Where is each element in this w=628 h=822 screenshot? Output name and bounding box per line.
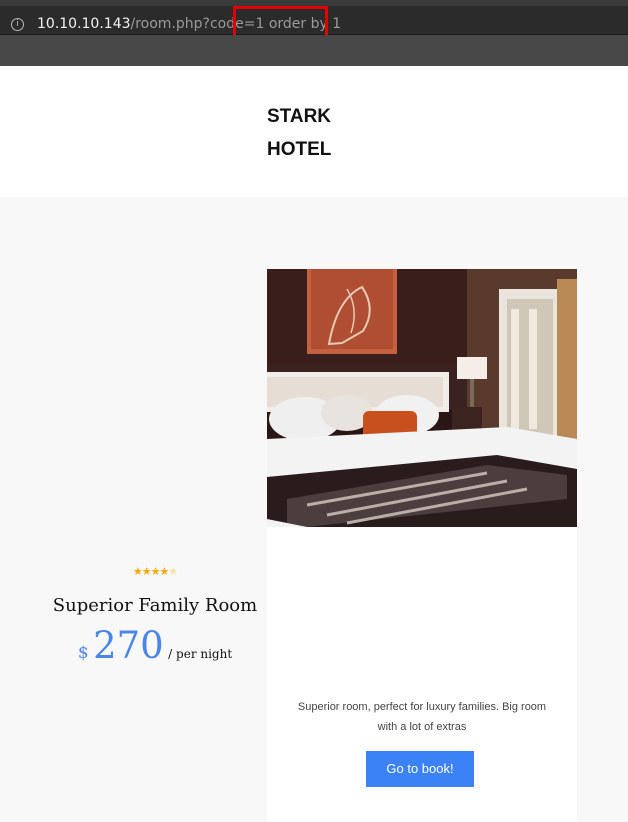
room-image[interactable]: [267, 269, 577, 527]
star-icon: ★: [132, 565, 143, 578]
price-amount: 270: [93, 624, 164, 667]
bookmarks-bar: [0, 35, 628, 67]
room-title: Superior Family Room: [52, 595, 258, 616]
book-button[interactable]: Go to book!: [366, 751, 474, 787]
price-unit: / per night: [168, 647, 233, 661]
site-logo[interactable]: STARK HOTEL: [267, 100, 387, 166]
url-host: 10.10.10.143: [37, 16, 131, 32]
star-icon: ★: [141, 565, 152, 578]
room-description: Superior room, perfect for luxury famili…: [297, 701, 547, 733]
room-card: [267, 269, 577, 822]
rating-stars: ★★★★★: [0, 565, 310, 578]
brand-line-2: HOTEL: [267, 139, 332, 160]
brand-line-1: STARK: [267, 106, 332, 127]
star-empty-icon: ★: [168, 565, 178, 578]
info-circle-icon[interactable]: i: [11, 18, 24, 31]
price: $ 270 / per night: [0, 624, 310, 667]
star-icon: ★: [159, 565, 169, 578]
price-currency: $: [77, 643, 89, 663]
